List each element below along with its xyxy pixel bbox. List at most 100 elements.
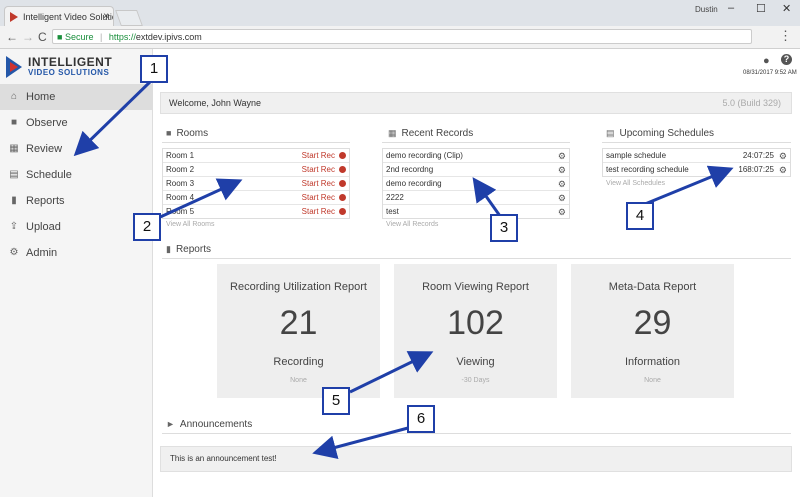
secure-label: Secure bbox=[64, 32, 94, 42]
minimize-button[interactable]: – bbox=[728, 2, 734, 14]
video-camera-icon: ■ bbox=[10, 117, 18, 128]
list-item: Room 3 Start Rec bbox=[163, 177, 349, 191]
build-version: 5.0 (Build 329) bbox=[722, 98, 781, 108]
bar-chart-icon: ▮ bbox=[166, 244, 171, 254]
list-item: demo recording (Clip) ⚙ bbox=[383, 149, 569, 163]
report-card-recording-utilization[interactable]: Recording Utilization Report 21 Recordin… bbox=[217, 264, 380, 398]
close-window-button[interactable]: ✕ bbox=[782, 2, 791, 15]
room-name: Room 5 bbox=[166, 207, 195, 216]
sidebar-item-admin[interactable]: ⚙ Admin bbox=[0, 240, 152, 266]
reports-title: Reports bbox=[175, 244, 211, 255]
report-card-room-viewing[interactable]: Room Viewing Report 102 Viewing -30 Days bbox=[394, 264, 557, 398]
start-rec-button[interactable]: Start Rec bbox=[302, 191, 335, 205]
sidebar-item-observe[interactable]: ■ Observe bbox=[0, 110, 152, 136]
back-icon[interactable]: ← bbox=[6, 30, 18, 44]
schedules-list: sample schedule 24:07:25 ⚙ test recording … bbox=[602, 148, 791, 177]
record-name[interactable]: test bbox=[386, 207, 399, 216]
divider bbox=[162, 142, 350, 143]
gear-icon[interactable]: ⚙ bbox=[558, 163, 566, 177]
sidebar-item-review[interactable]: ▦ Review bbox=[0, 136, 152, 162]
view-all-rooms-link[interactable]: View All Rooms bbox=[166, 221, 215, 228]
list-item: 2222 ⚙ bbox=[383, 191, 569, 205]
records-list: demo recording (Clip) ⚙ 2nd recordng ⚙ dem… bbox=[382, 148, 570, 219]
gear-icon[interactable]: ⚙ bbox=[558, 177, 566, 191]
new-tab-button[interactable] bbox=[115, 10, 143, 26]
record-dot-icon[interactable] bbox=[339, 166, 346, 173]
report-subtext: None bbox=[644, 377, 661, 384]
record-name[interactable]: demo recording (Clip) bbox=[386, 151, 463, 160]
window-user-name: Dustin bbox=[695, 5, 718, 14]
start-rec-button[interactable]: Start Rec bbox=[302, 205, 335, 219]
app-header: ● ? 08/31/2017 9:52 AM bbox=[153, 49, 800, 79]
record-name[interactable]: 2222 bbox=[386, 193, 404, 202]
logo-line-1: INTELLIGENT bbox=[28, 55, 113, 69]
report-subtext: -30 Days bbox=[461, 377, 490, 384]
favicon-icon bbox=[10, 12, 18, 22]
start-rec-button[interactable]: Start Rec bbox=[302, 163, 335, 177]
start-rec-button[interactable]: Start Rec bbox=[302, 149, 335, 163]
tab-title: Intelligent Video Solution bbox=[23, 12, 114, 22]
forward-icon[interactable]: → bbox=[22, 30, 34, 44]
gear-icon[interactable]: ⚙ bbox=[558, 149, 566, 163]
gear-icon[interactable]: ⚙ bbox=[779, 163, 787, 177]
logo-line-2: VIDEO SOLUTIONS bbox=[28, 68, 110, 77]
announcement-item: This is an announcement test! bbox=[160, 446, 792, 472]
report-title: Recording Utilization Report bbox=[230, 281, 367, 293]
lock-icon: ■ bbox=[57, 32, 63, 42]
gear-icon: ⚙ bbox=[9, 247, 19, 258]
maximize-button[interactable]: ☐ bbox=[756, 2, 766, 15]
list-item: test ⚙ bbox=[383, 205, 569, 219]
sidebar-item-upload[interactable]: ⇪ Upload bbox=[0, 214, 152, 240]
list-item: 2nd recordng ⚙ bbox=[383, 163, 569, 177]
browser-tab[interactable]: Intelligent Video Solution × bbox=[4, 6, 114, 26]
list-item: Room 1 Start Rec bbox=[163, 149, 349, 163]
start-rec-button[interactable]: Start Rec bbox=[302, 177, 335, 191]
view-all-records-link[interactable]: View All Records bbox=[386, 221, 438, 228]
schedule-countdown: 168:07:25 bbox=[738, 165, 774, 174]
gear-icon[interactable]: ⚙ bbox=[779, 149, 787, 163]
callout-5: 5 bbox=[322, 387, 350, 415]
sidebar-item-label: Review bbox=[26, 143, 63, 155]
reload-icon[interactable]: C bbox=[38, 30, 47, 44]
bar-chart-icon: ▮ bbox=[11, 195, 17, 206]
view-all-schedules-link[interactable]: View All Schedules bbox=[606, 180, 665, 187]
list-item: Room 2 Start Rec bbox=[163, 163, 349, 177]
room-name: Room 2 bbox=[166, 165, 195, 174]
user-icon[interactable]: ● bbox=[763, 55, 770, 67]
address-bar-row: ← → C ■ Secure | https://extdev.ipivs.co… bbox=[0, 26, 800, 49]
room-name: Room 4 bbox=[166, 193, 195, 202]
rooms-heading: ■ Rooms bbox=[166, 128, 208, 139]
logo[interactable]: INTELLIGENT VIDEO SOLUTIONS bbox=[6, 54, 146, 80]
tab-close-icon[interactable]: × bbox=[103, 7, 109, 26]
url-field[interactable]: ■ Secure | https://extdev.ipivs.com bbox=[52, 29, 752, 44]
report-card-meta-data[interactable]: Meta-Data Report 29 Information None bbox=[571, 264, 734, 398]
record-name[interactable]: 2nd recordng bbox=[386, 165, 433, 174]
record-dot-icon[interactable] bbox=[339, 208, 346, 215]
sidebar-item-label: Schedule bbox=[26, 169, 72, 181]
room-name: Room 3 bbox=[166, 179, 195, 188]
callout-4: 4 bbox=[626, 202, 654, 230]
schedule-name[interactable]: test recording schedule bbox=[606, 165, 689, 174]
help-icon[interactable]: ? bbox=[781, 54, 792, 65]
url-separator: | bbox=[100, 32, 103, 42]
gear-icon[interactable]: ⚙ bbox=[558, 191, 566, 205]
sidebar-item-schedule[interactable]: ▤ Schedule bbox=[0, 162, 152, 188]
browser-menu-icon[interactable]: ⋮ bbox=[779, 28, 792, 44]
divider bbox=[382, 142, 570, 143]
sidebar-item-home[interactable]: ⌂ Home bbox=[0, 84, 152, 110]
gear-icon[interactable]: ⚙ bbox=[558, 205, 566, 219]
reports-heading: ▮ Reports bbox=[166, 244, 211, 255]
divider bbox=[162, 258, 791, 259]
report-subtext: None bbox=[290, 377, 307, 384]
sidebar-item-reports[interactable]: ▮ Reports bbox=[0, 188, 152, 214]
sidebar-item-label: Home bbox=[26, 91, 56, 103]
list-item: test recording schedule 168:07:25 ⚙ bbox=[603, 163, 790, 177]
record-dot-icon[interactable] bbox=[339, 180, 346, 187]
upload-icon: ⇪ bbox=[9, 221, 19, 232]
schedule-name[interactable]: sample schedule bbox=[606, 151, 666, 160]
record-dot-icon[interactable] bbox=[339, 194, 346, 201]
record-name[interactable]: demo recording bbox=[386, 179, 442, 188]
video-camera-icon: ■ bbox=[166, 128, 172, 138]
records-title: Recent Records bbox=[401, 128, 474, 139]
record-dot-icon[interactable] bbox=[339, 152, 346, 159]
